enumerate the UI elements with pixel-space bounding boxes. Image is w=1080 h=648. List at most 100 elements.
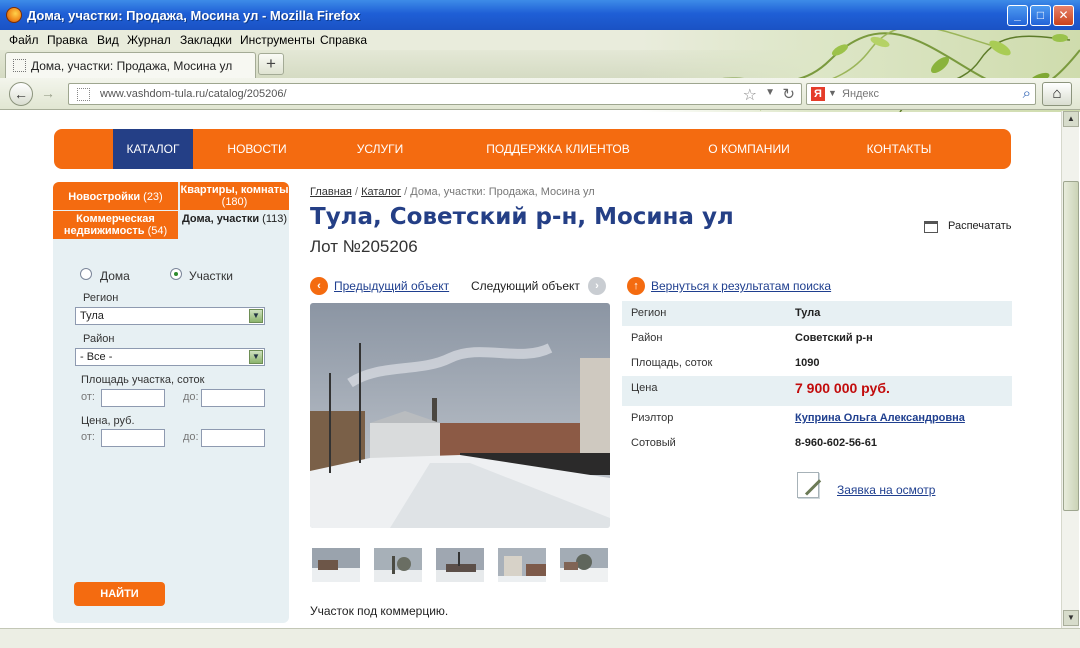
navigation-toolbar: ← → www.vashdom-tula.ru/catalog/205206/ … [0, 78, 1080, 110]
firefox-icon [6, 7, 22, 23]
address-bar[interactable]: www.vashdom-tula.ru/catalog/205206/ ☆ ▼ … [68, 83, 802, 105]
region-select[interactable]: Тула ▼ [75, 307, 265, 325]
menu-edit[interactable]: Правка [47, 33, 88, 47]
menu-help[interactable]: Справка [320, 33, 367, 47]
arrow-right-icon: › [588, 277, 606, 295]
chevron-down-icon: ▼ [249, 309, 263, 323]
area-from-input[interactable] [101, 389, 165, 407]
district-selected-value: - Все - [80, 351, 113, 363]
yandex-icon[interactable]: Я [811, 87, 825, 101]
tab-new-buildings[interactable]: Новостройки (23) [53, 182, 178, 210]
maximize-button[interactable]: □ [1030, 5, 1051, 26]
home-button[interactable]: ⌂ [1042, 82, 1072, 106]
window-title: Дома, участки: Продажа, Мосина ул - Mozi… [27, 8, 361, 23]
chevron-down-icon: ▼ [249, 350, 263, 364]
minimize-button[interactable]: _ [1007, 5, 1028, 26]
new-tab-button[interactable]: + [258, 53, 284, 75]
price-from-input[interactable] [101, 429, 165, 447]
nav-about[interactable]: О КОМПАНИИ [706, 129, 792, 169]
breadcrumb: Главная / Каталог / Дома, участки: Прода… [310, 186, 595, 198]
breadcrumb-current: Дома, участки: Продажа, Мосина ул [410, 186, 595, 198]
price-label: Цена, руб. [81, 415, 135, 427]
table-row: Цена 7 900 000 руб. [622, 376, 1012, 406]
vertical-scrollbar[interactable]: ▲ ▼ [1061, 111, 1079, 628]
history-dropdown-icon[interactable]: ▼ [765, 87, 775, 98]
area-to-input[interactable] [201, 389, 265, 407]
main-photo[interactable] [310, 303, 610, 528]
close-button[interactable]: ✕ [1053, 5, 1074, 26]
nav-services[interactable]: УСЛУГИ [344, 129, 416, 169]
nav-catalog[interactable]: КАТАЛОГ [113, 129, 193, 169]
site-identity-icon[interactable] [77, 88, 90, 101]
table-row: Сотовый 8-960-602-56-61 [631, 437, 877, 449]
search-box[interactable]: Я ▼ Яндекс ⌕ [806, 83, 1036, 105]
search-placeholder: Яндекс [842, 88, 879, 100]
table-row: Риэлтор Куприна Ольга Александровна [631, 412, 965, 424]
document-pen-icon [797, 472, 819, 498]
printer-icon [924, 221, 938, 233]
price-to-input[interactable] [201, 429, 265, 447]
thumbnail-4[interactable] [498, 548, 546, 582]
tab-title: Дома, участки: Продажа, Мосина ул [31, 59, 233, 73]
radio-plots[interactable] [170, 268, 182, 280]
forward-button[interactable]: → [36, 82, 60, 106]
phone-value: 8-960-602-56-61 [795, 437, 877, 449]
price-from-label: от: [81, 431, 95, 443]
previous-object-link[interactable]: Предыдущий объект [334, 279, 449, 293]
scroll-up-icon[interactable]: ▲ [1063, 111, 1079, 127]
radio-plots-label: Участки [189, 269, 233, 283]
search-engine-dropdown-icon[interactable]: ▼ [828, 88, 837, 98]
scroll-down-icon[interactable]: ▼ [1063, 610, 1079, 626]
radio-houses[interactable] [80, 268, 92, 280]
search-sidebar: Новостройки (23) Квартиры, комнаты (180)… [53, 182, 289, 623]
site-main-nav: КАТАЛОГ НОВОСТИ УСЛУГИ ПОДДЕРЖКА КЛИЕНТО… [54, 129, 1011, 169]
realtor-link[interactable]: Куприна Ольга Александровна [795, 412, 965, 424]
radio-houses-label: Дома [100, 269, 130, 283]
region-selected-value: Тула [80, 310, 104, 322]
next-object-label: Следующий объект [471, 279, 580, 293]
price-value: 7 900 000 руб. [795, 380, 890, 396]
region-label: Регион [83, 292, 119, 304]
arrow-left-icon[interactable]: ‹ [310, 277, 328, 295]
thumbnail-3[interactable] [436, 548, 484, 582]
thumbnail-5[interactable] [560, 548, 608, 582]
status-bar [0, 628, 1080, 648]
reload-icon[interactable]: ↻ [782, 85, 795, 103]
bookmark-star-icon[interactable]: ☆ [743, 85, 757, 105]
page-icon [13, 59, 26, 72]
district-label: Район [83, 333, 115, 345]
find-button[interactable]: НАЙТИ [74, 582, 165, 606]
tab-houses-plots[interactable]: Дома, участки (113) [180, 211, 289, 239]
table-row: Район Советский р-н [631, 332, 873, 344]
search-icon[interactable]: ⌕ [1023, 85, 1031, 102]
thumbnail-1[interactable] [312, 548, 360, 582]
area-from-label: от: [81, 391, 95, 403]
back-button[interactable]: ← [9, 82, 33, 106]
table-row: Площадь, соток 1090 [631, 357, 820, 369]
breadcrumb-home-link[interactable]: Главная [310, 186, 352, 198]
menu-history[interactable]: Журнал [127, 33, 171, 47]
district-select[interactable]: - Все - ▼ [75, 348, 265, 366]
menu-view[interactable]: Вид [97, 33, 119, 47]
area-label: Площадь участка, соток [81, 374, 205, 386]
window-titlebar: Дома, участки: Продажа, Мосина ул - Mozi… [0, 0, 1080, 30]
listing-content: Главная / Каталог / Дома, участки: Прода… [310, 186, 1012, 618]
table-row: Регион Тула [622, 301, 1012, 326]
nav-news[interactable]: НОВОСТИ [220, 129, 294, 169]
breadcrumb-catalog-link[interactable]: Каталог [361, 186, 401, 198]
area-to-label: до: [183, 391, 199, 403]
tab-apartments[interactable]: Квартиры, комнаты (180) [180, 182, 289, 210]
back-to-results-link[interactable]: Вернуться к результатам поиска [651, 279, 831, 293]
scroll-thumb[interactable] [1063, 181, 1079, 511]
nav-support[interactable]: ПОДДЕРЖКА КЛИЕНТОВ [474, 129, 642, 169]
menu-tools[interactable]: Инструменты [240, 33, 315, 47]
thumbnail-2[interactable] [374, 548, 422, 582]
nav-contacts[interactable]: КОНТАКТЫ [859, 129, 939, 169]
menu-file[interactable]: Файл [9, 33, 39, 47]
tab-commercial[interactable]: Коммерческая недвижимость (54) [53, 211, 178, 239]
menu-bookmarks[interactable]: Закладки [180, 33, 232, 47]
browser-tab[interactable]: Дома, участки: Продажа, Мосина ул [5, 52, 256, 78]
url-text: www.vashdom-tula.ru/catalog/205206/ [100, 88, 287, 100]
arrow-up-icon[interactable]: ↑ [627, 277, 645, 295]
lot-number: Лот №205206 [310, 237, 418, 256]
